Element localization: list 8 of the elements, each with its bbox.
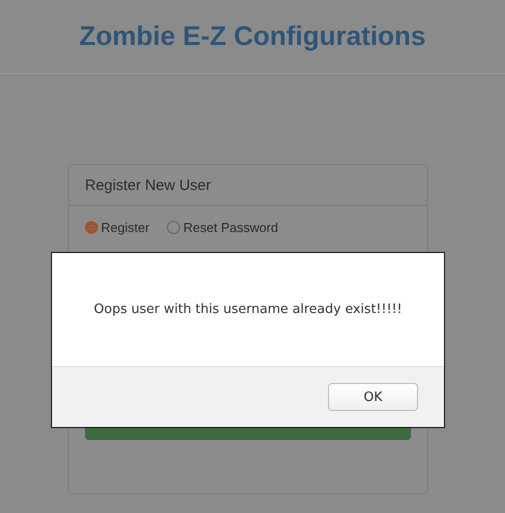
radio-icon[interactable] bbox=[167, 221, 180, 234]
alert-message: Oops user with this username already exist!!!!! bbox=[94, 302, 402, 317]
radio-option[interactable]: Reset Password bbox=[167, 220, 278, 235]
radio-icon[interactable] bbox=[85, 221, 98, 234]
site-title: Zombie E-Z Configurations bbox=[79, 21, 426, 52]
panel-title: Register New User bbox=[85, 176, 211, 194]
ok-button[interactable]: OK bbox=[328, 383, 418, 411]
radio-option[interactable]: Register bbox=[85, 220, 150, 235]
